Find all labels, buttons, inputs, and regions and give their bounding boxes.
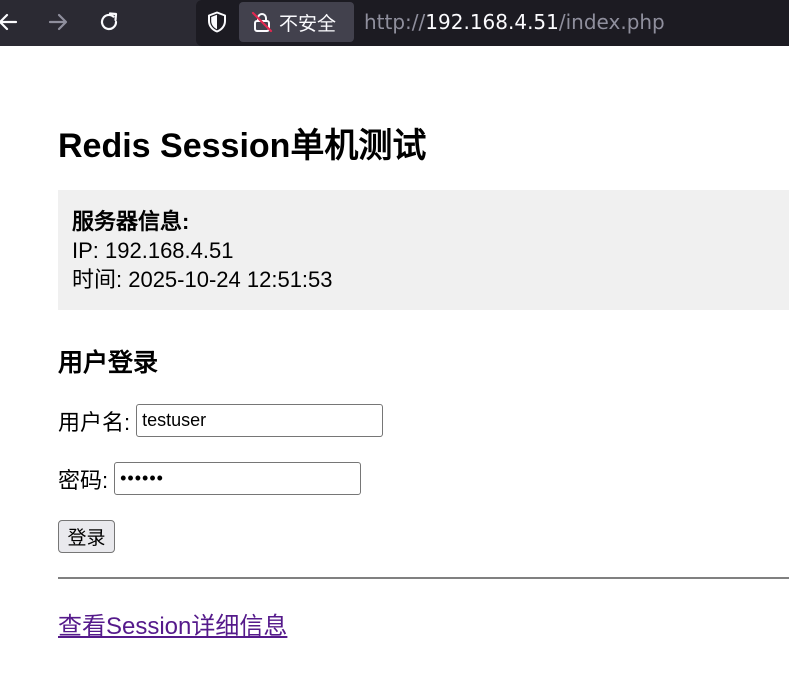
username-input[interactable] [136,404,384,437]
url-path: /index.php [558,10,665,34]
security-label: 不安全 [279,12,337,35]
password-row: 密码: [58,462,362,495]
server-ip: IP: 192.168.4.51 [72,238,234,263]
reload-icon [100,12,118,31]
username-label: 用户名: [58,409,131,435]
back-arrow-icon [0,13,18,31]
url-text[interactable]: http://192.168.4.51/index.php [364,8,665,36]
login-button[interactable]: 登录 [58,520,115,553]
password-input[interactable] [114,462,362,495]
reload-button[interactable] [93,6,125,38]
insecure-lock-icon [251,11,273,33]
server-time: 时间: 2025-10-24 12:51:53 [72,267,333,292]
forward-button[interactable] [42,6,74,38]
shield-icon [208,11,226,33]
username-row: 用户名: [58,404,384,437]
password-label: 密码: [58,467,109,493]
browser-toolbar: 不安全 http://192.168.4.51/index.php [0,0,789,46]
server-info-box: 服务器信息: IP: 192.168.4.51 时间: 2025-10-24 1… [58,190,789,310]
page-title: Redis Session单机测试 [58,127,427,165]
session-details-link[interactable]: 查看Session详细信息 [58,606,287,641]
server-info-heading: 服务器信息: [72,209,190,234]
login-section-title: 用户登录 [58,349,159,377]
divider [58,577,789,579]
forward-arrow-icon [48,13,68,31]
tracking-protection-button[interactable] [203,8,231,36]
url-scheme: http:// [364,10,426,34]
url-host: 192.168.4.51 [425,10,559,34]
site-security-indicator[interactable]: 不安全 [239,2,354,42]
back-button[interactable] [0,6,24,38]
